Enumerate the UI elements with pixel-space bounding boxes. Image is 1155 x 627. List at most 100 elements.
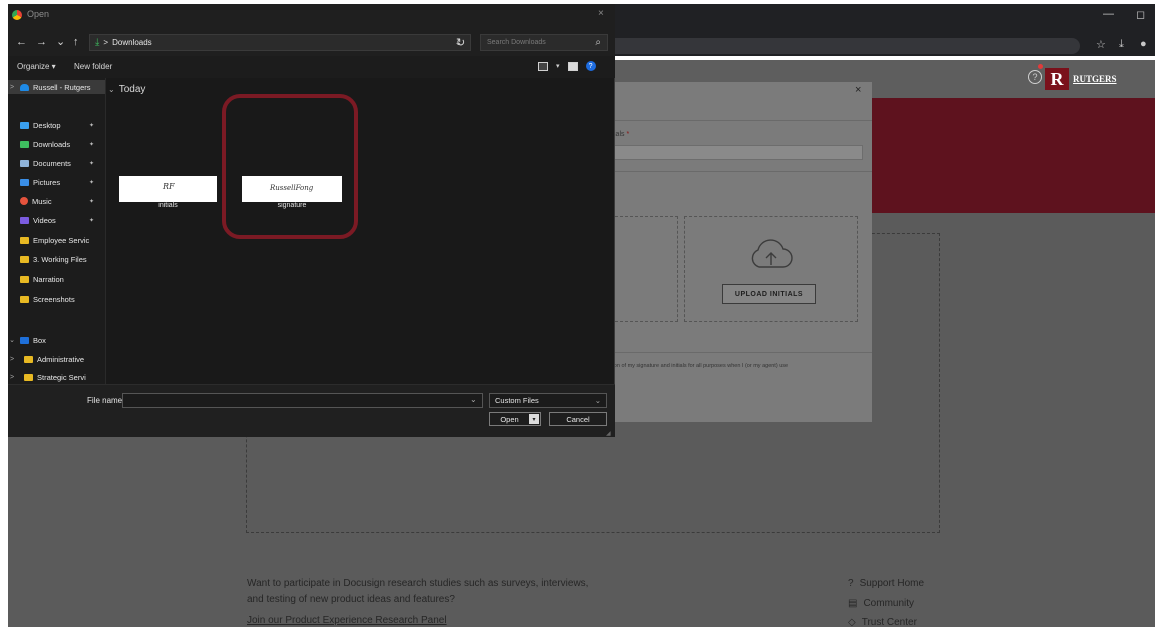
dialog-titlebar: [8, 4, 615, 30]
navigation-pane: > Russell - Rutgers Desktop ✦ Downloads …: [8, 78, 106, 384]
modal-close-icon[interactable]: ×: [855, 84, 861, 96]
file-thumbnail: RF: [119, 176, 217, 202]
refresh-icon[interactable]: ↻: [456, 36, 465, 49]
nav-item-desktop[interactable]: Desktop ✦: [8, 118, 105, 132]
nav-item-label: Employee Servic: [33, 235, 90, 245]
nav-item-narration[interactable]: Narration: [8, 272, 105, 286]
nav-item-working-files[interactable]: 3. Working Files: [8, 252, 105, 266]
view-dropdown-icon[interactable]: ▾: [556, 62, 560, 70]
chrome-app-icon: [12, 10, 22, 20]
forward-arrow-icon[interactable]: →: [36, 36, 47, 48]
open-split-dropdown-icon[interactable]: ▾: [529, 414, 539, 424]
nav-item-downloads[interactable]: Downloads ✦: [8, 137, 105, 151]
file-list-pane: [106, 78, 614, 384]
nav-item-label: Pictures: [33, 177, 61, 187]
recent-locations-chevron-icon[interactable]: ⌄: [56, 35, 65, 48]
path-folder[interactable]: Downloads: [112, 38, 152, 47]
help-icon[interactable]: ?: [585, 61, 596, 71]
divider: [600, 171, 872, 172]
trust-center-link[interactable]: ◇ Trust Center: [848, 617, 917, 627]
cancel-button[interactable]: Cancel: [549, 412, 607, 426]
dialog-bottom-bar: [8, 384, 615, 437]
folder-icon: [20, 275, 29, 283]
group-header-today[interactable]: ⌄ Today: [108, 84, 145, 95]
file-name-dropdown-icon[interactable]: ⌄: [470, 395, 477, 404]
nav-item-label: Downloads: [33, 139, 71, 149]
path-bar[interactable]: ⤓ > Downloads ⌄: [89, 34, 471, 51]
required-mark: *: [626, 131, 630, 138]
nav-item-videos[interactable]: Videos ✦: [8, 213, 105, 227]
nav-item-label: Music: [32, 196, 52, 206]
upload-initials-button[interactable]: UPLOAD INITIALS: [722, 284, 816, 304]
nav-item-label: Desktop: [33, 120, 61, 130]
videos-icon: [20, 216, 29, 224]
folder-icon: [24, 373, 33, 381]
nav-item-label: Administrative: [37, 354, 85, 364]
bookmark-star-icon[interactable]: ☆: [1096, 38, 1106, 51]
folder-icon: [24, 355, 33, 363]
open-button[interactable]: Open ▾: [489, 412, 541, 426]
footer: Want to participate in Docusign research…: [8, 568, 1155, 627]
initials-label: ials *: [614, 131, 629, 138]
initials-input[interactable]: [608, 145, 863, 160]
nav-item-box[interactable]: ⌄ Box: [8, 333, 105, 347]
expand-chevron-icon[interactable]: >: [8, 356, 16, 363]
minimize-icon[interactable]: —: [1103, 8, 1114, 20]
new-folder-button[interactable]: New folder: [74, 62, 112, 71]
community-link[interactable]: ▤ Community: [848, 598, 914, 609]
path-separator: >: [103, 38, 109, 47]
support-home-link[interactable]: ? Support Home: [848, 578, 924, 589]
resize-grip-icon[interactable]: ◢: [606, 430, 611, 437]
dialog-close-icon[interactable]: ×: [598, 8, 604, 19]
file-name-label: initials: [158, 202, 178, 209]
nav-item-screenshots[interactable]: Screenshots: [8, 292, 105, 306]
search-input[interactable]: Search Downloads ⌕: [480, 34, 608, 51]
nav-item-strategic-services[interactable]: > Strategic Servi: [8, 370, 105, 384]
help-circle-icon: ?: [848, 578, 854, 589]
notification-dot: [1038, 64, 1043, 69]
preview-pane-icon[interactable]: [567, 61, 578, 71]
view-mode-icon[interactable]: [538, 61, 548, 71]
file-item-initials[interactable]: RF initials: [119, 173, 217, 215]
file-name-input[interactable]: [122, 393, 483, 408]
downloads-icon: [20, 140, 29, 148]
downloads-icon: ⤓: [95, 37, 100, 48]
download-icon[interactable]: ⤓: [1119, 38, 1124, 51]
nav-item-russell-rutgers[interactable]: > Russell - Rutgers: [8, 80, 105, 94]
cloud-upload-icon: [751, 239, 793, 268]
pin-icon: ✦: [88, 160, 94, 167]
pin-icon: ✦: [88, 217, 94, 224]
chevron-down-icon: ⌄: [594, 396, 601, 405]
pin-icon: ✦: [88, 179, 94, 186]
divider: [600, 352, 872, 353]
expand-chevron-icon[interactable]: >: [8, 374, 16, 381]
collapse-chevron-icon[interactable]: ⌄: [8, 336, 16, 344]
rutgers-logo: R RUTGERS: [1045, 67, 1129, 91]
research-text-line1: Want to participate in Docusign research…: [247, 578, 589, 589]
shield-icon: ◇: [848, 617, 856, 627]
address-bar[interactable]: [600, 38, 1080, 54]
research-panel-link[interactable]: Join our Product Experience Research Pan…: [247, 613, 447, 627]
expand-chevron-icon[interactable]: >: [8, 84, 16, 91]
nav-item-label: Screenshots: [33, 294, 75, 304]
folder-icon: [20, 236, 29, 244]
box-icon: [20, 336, 29, 344]
initials-label-text: ials: [614, 131, 625, 138]
back-arrow-icon[interactable]: ←: [16, 36, 27, 48]
community-icon: ▤: [848, 598, 858, 609]
support-home-label: Support Home: [859, 578, 925, 589]
community-label: Community: [863, 598, 915, 609]
help-icon[interactable]: ?: [1028, 70, 1042, 84]
organize-button[interactable]: Organize ▾: [17, 62, 56, 71]
nav-item-pictures[interactable]: Pictures ✦: [8, 175, 105, 189]
nav-item-employee-services[interactable]: Employee Servic: [8, 233, 105, 247]
file-type-select[interactable]: Custom Files ⌄: [489, 393, 607, 408]
nav-item-documents[interactable]: Documents ✦: [8, 156, 105, 170]
onedrive-cloud-icon: [20, 83, 29, 91]
profile-icon[interactable]: ●: [1140, 38, 1147, 50]
up-arrow-icon[interactable]: ↑: [73, 36, 79, 48]
music-icon: [20, 197, 28, 205]
nav-item-administrative[interactable]: > Administrative: [8, 352, 105, 366]
restore-icon[interactable]: ◻: [1136, 8, 1145, 21]
nav-item-music[interactable]: Music ✦: [8, 194, 105, 208]
